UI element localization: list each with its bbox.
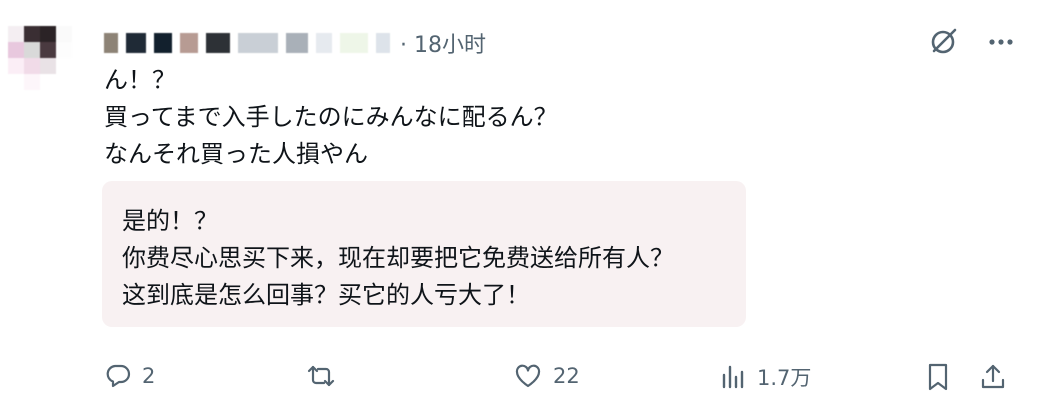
author-name-obscured[interactable] xyxy=(104,31,390,55)
action-bar: 2 22 1.7万 xyxy=(0,362,1039,402)
reply-button[interactable]: 2 xyxy=(104,362,155,390)
bookmark-button[interactable] xyxy=(924,362,952,392)
repost-icon xyxy=(305,362,337,390)
translation-text: 是的！？ 你费尽心思买下来，现在却要把它免费送给所有人？ 这到底是怎么回事？买它… xyxy=(122,207,674,309)
slashed-circle-icon[interactable] xyxy=(927,26,959,58)
translation-box: 是的！？ 你费尽心思买下来，现在却要把它免费送给所有人？ 这到底是怎么回事？买它… xyxy=(102,181,746,327)
post-header: · 18小时 xyxy=(104,26,486,60)
post-text: ん！？ 買ってまで入手したのにみんなに配るん？ なんそれ買った人損やん xyxy=(104,66,558,168)
bookmark-icon xyxy=(924,362,952,392)
reply-icon xyxy=(104,362,132,390)
views-count: 1.7万 xyxy=(757,366,812,390)
like-count: 22 xyxy=(553,364,580,388)
post-time[interactable]: · 18小时 xyxy=(400,27,486,59)
more-icon[interactable] xyxy=(985,26,1017,58)
like-button[interactable]: 22 xyxy=(513,362,580,390)
views-button[interactable]: 1.7万 xyxy=(719,362,811,392)
like-icon xyxy=(513,362,543,390)
avatar[interactable] xyxy=(8,26,72,90)
reply-count: 2 xyxy=(142,364,156,388)
views-icon xyxy=(719,363,747,391)
repost-button[interactable] xyxy=(305,362,347,390)
share-icon xyxy=(979,362,1007,392)
share-button[interactable] xyxy=(979,362,1007,392)
post-top-actions xyxy=(927,26,1017,58)
